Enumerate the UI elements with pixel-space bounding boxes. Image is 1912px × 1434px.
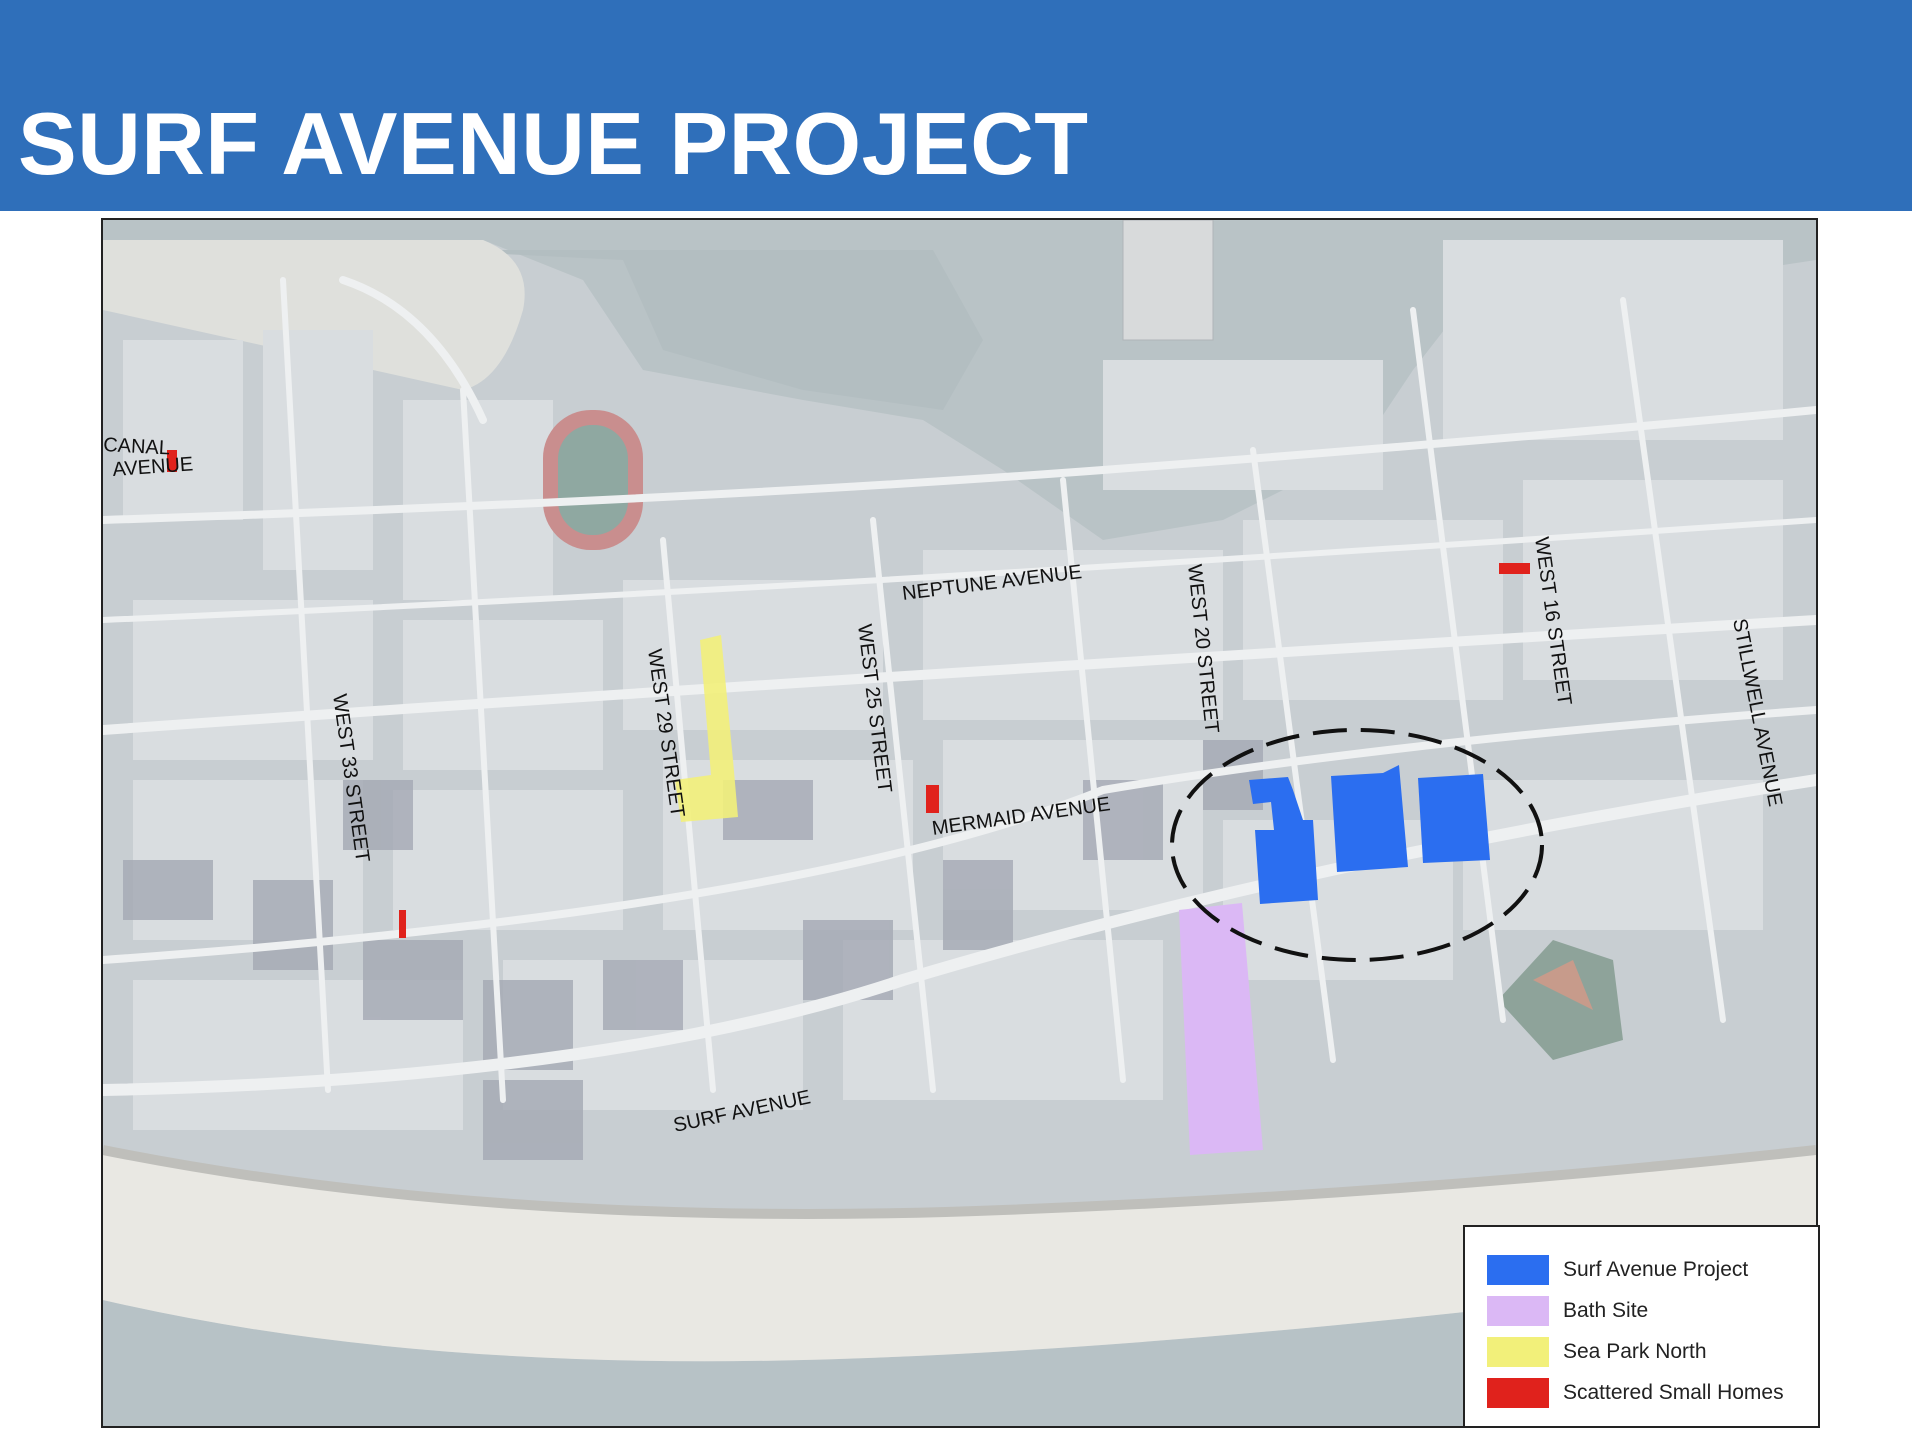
legend-label: Surf Avenue Project <box>1563 1257 1749 1281</box>
title-banner: SURF AVENUE PROJECT <box>0 0 1912 211</box>
legend-item-bath-site: Bath Site <box>1487 1290 1818 1331</box>
legend-label: Bath Site <box>1563 1298 1649 1322</box>
legend-swatch <box>1487 1336 1549 1367</box>
legend-label: Scattered Small Homes <box>1563 1380 1784 1404</box>
legend-item-scattered-small-homes: Scattered Small Homes <box>1487 1372 1818 1413</box>
page-title: SURF AVENUE PROJECT <box>18 94 1089 193</box>
legend-swatch <box>1487 1254 1549 1285</box>
legend-item-surf-avenue-project: Surf Avenue Project <box>1487 1249 1818 1290</box>
map-legend: Surf Avenue Project Bath Site Sea Park N… <box>1463 1225 1820 1428</box>
legend-swatch <box>1487 1377 1549 1408</box>
warehouse-roof <box>1122 220 1214 341</box>
legend-item-sea-park-north: Sea Park North <box>1487 1331 1818 1372</box>
legend-swatch <box>1487 1295 1549 1326</box>
running-track <box>543 410 643 550</box>
legend-label: Sea Park North <box>1563 1339 1707 1363</box>
